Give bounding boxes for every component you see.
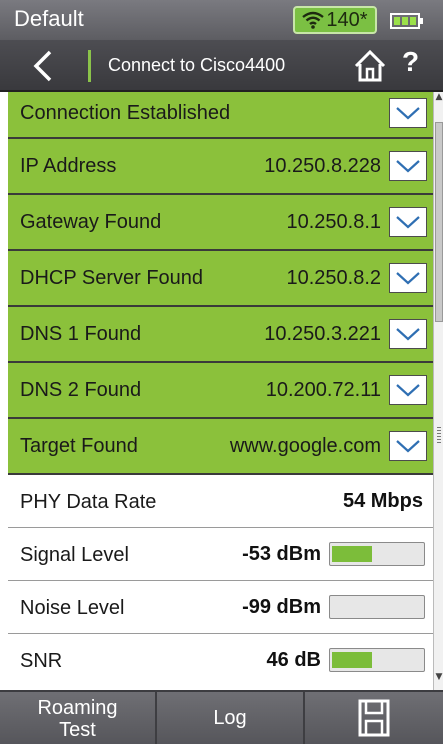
home-icon[interactable] <box>352 48 388 84</box>
log-label: Log <box>213 707 247 729</box>
scroll-up-icon[interactable]: ▲ <box>434 92 443 110</box>
row-label: Target Found <box>20 435 138 457</box>
metric-row-snr: SNR 46 dB <box>8 634 433 687</box>
metric-row-phy-rate: PHY Data Rate 54 Mbps <box>8 475 433 528</box>
save-icon <box>358 699 390 737</box>
expand-button[interactable] <box>389 151 427 181</box>
wifi-badge[interactable]: 140* <box>293 6 377 34</box>
expand-button[interactable] <box>389 263 427 293</box>
list-item[interactable]: DHCP Server Found 10.250.8.2 <box>8 251 433 307</box>
wifi-icon <box>302 11 325 29</box>
scrollbar[interactable]: ▲ ▼ <box>433 92 443 690</box>
roaming-test-button[interactable]: Roaming Test <box>0 692 157 744</box>
wifi-count: 140* <box>326 8 368 31</box>
battery-icon <box>390 13 423 29</box>
metric-row-signal: Signal Level -53 dBm <box>8 528 433 581</box>
save-button[interactable] <box>305 692 443 744</box>
row-value: 10.250.8.1 <box>286 211 381 233</box>
expand-button[interactable] <box>389 98 427 128</box>
chevron-down-icon <box>396 160 420 173</box>
page-title: Connect to Cisco4400 <box>108 55 286 75</box>
list-item[interactable]: Target Found www.google.com <box>8 419 433 475</box>
chevron-down-icon <box>396 384 420 397</box>
expand-button[interactable] <box>389 207 427 237</box>
roaming-label-line2: Test <box>59 719 96 741</box>
metric-value: -99 dBm <box>242 596 321 618</box>
expand-button[interactable] <box>389 431 427 461</box>
metric-label: PHY Data Rate <box>20 491 157 513</box>
scroll-down-icon[interactable]: ▼ <box>434 672 443 690</box>
log-button[interactable]: Log <box>157 692 305 744</box>
noise-meter <box>329 595 425 619</box>
results-list: Connection Established IP Address 10.250… <box>8 92 433 690</box>
metric-label: Noise Level <box>20 597 125 619</box>
expand-button[interactable] <box>389 375 427 405</box>
row-value: 10.250.8.228 <box>264 155 381 177</box>
metric-label: SNR <box>20 650 63 672</box>
row-label: Gateway Found <box>20 211 162 233</box>
snr-meter <box>329 648 425 672</box>
nav-bar: Connect to Cisco4400 ? <box>0 40 443 92</box>
bottom-toolbar: Roaming Test Log <box>0 690 443 744</box>
profile-name: Default <box>14 6 84 31</box>
meter-fill <box>332 652 373 668</box>
roaming-label-line1: Roaming <box>37 697 118 719</box>
chevron-down-icon <box>396 328 420 341</box>
row-label: Connection Established <box>20 102 231 124</box>
row-label: DNS 2 Found <box>20 379 142 401</box>
back-icon[interactable] <box>26 48 66 84</box>
metric-value: 46 dB <box>266 649 321 671</box>
chevron-down-icon <box>396 440 420 453</box>
list-item[interactable]: DNS 2 Found 10.200.72.11 <box>8 363 433 419</box>
chevron-down-icon <box>396 216 420 229</box>
row-label: DNS 1 Found <box>20 323 142 345</box>
metric-label: Signal Level <box>20 544 129 566</box>
help-button[interactable]: ? <box>402 46 419 78</box>
row-value: www.google.com <box>229 435 381 457</box>
row-value: 10.250.8.2 <box>286 267 381 289</box>
meter-fill <box>332 546 373 562</box>
expand-button[interactable] <box>389 319 427 349</box>
status-bar: Default 140* <box>0 0 443 40</box>
list-item[interactable]: Gateway Found 10.250.8.1 <box>8 195 433 251</box>
row-label: DHCP Server Found <box>20 267 204 289</box>
row-value: 10.250.3.221 <box>264 323 381 345</box>
metric-value: 54 Mbps <box>342 490 423 512</box>
chevron-down-icon <box>396 272 420 285</box>
nav-divider <box>88 50 91 82</box>
scroll-thumb[interactable] <box>435 122 443 322</box>
list-item[interactable]: DNS 1 Found 10.250.3.221 <box>8 307 433 363</box>
row-value: 10.200.72.11 <box>265 379 381 401</box>
list-item[interactable]: IP Address 10.250.8.228 <box>8 139 433 195</box>
list-item[interactable]: Connection Established <box>8 92 433 139</box>
signal-meter <box>329 542 425 566</box>
scroll-grip <box>437 427 441 443</box>
row-label: IP Address <box>20 155 117 177</box>
metric-value: -53 dBm <box>242 543 321 565</box>
chevron-down-icon <box>396 107 420 120</box>
metric-row-noise: Noise Level -99 dBm <box>8 581 433 634</box>
